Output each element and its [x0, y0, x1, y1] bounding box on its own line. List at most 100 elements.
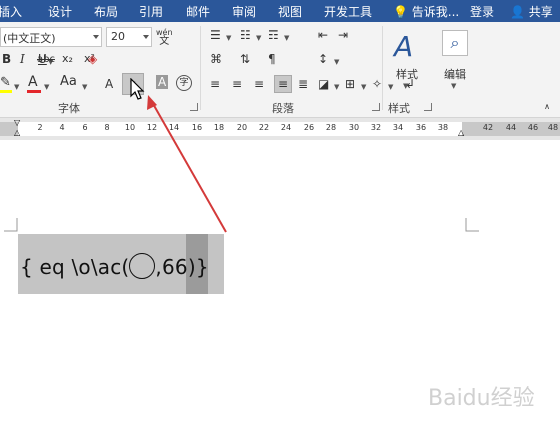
font-dialog-launcher[interactable]	[190, 103, 198, 111]
phonetic-guide-button[interactable]: wén 文	[156, 28, 173, 47]
hanging-indent-marker[interactable]: △	[14, 128, 20, 137]
enclose-characters-button[interactable]: 字	[176, 75, 192, 91]
paragraph-dialog-launcher[interactable]	[372, 103, 380, 111]
line-spacing-icon[interactable]: ↕	[318, 52, 328, 66]
ribbon: (中文正文) 20 wén 文 B I U ▼ abc x₂ x² ◈ ✎ ▼ …	[0, 22, 560, 118]
italic-button[interactable]: I	[20, 52, 25, 66]
subscript-button[interactable]: x₂	[62, 52, 73, 66]
chevron-down-icon[interactable]	[143, 35, 149, 39]
show-marks-icon[interactable]: ¶	[268, 52, 276, 66]
tab-references[interactable]: 引用	[139, 3, 163, 20]
field-code-prefix: { eq \o\ac(	[20, 255, 130, 279]
clear-formatting-icon[interactable]: ◈	[88, 52, 97, 66]
multilevel-list-icon[interactable]: ☶	[268, 28, 279, 42]
bullets-icon[interactable]: ☰	[210, 28, 221, 42]
borders-icon[interactable]: ⊞	[345, 77, 355, 91]
collapse-ribbon-icon[interactable]: ∧	[544, 102, 550, 111]
chevron-down-icon[interactable]	[93, 35, 99, 39]
chevron-down-icon[interactable]: ▼	[284, 31, 289, 45]
first-line-indent-marker[interactable]: ▽	[14, 118, 20, 127]
bold-button[interactable]: B	[2, 52, 11, 66]
chevron-down-icon[interactable]: ▼	[14, 80, 19, 94]
right-margin-corner-mark	[465, 218, 479, 232]
styles-button[interactable]: A 样式 ▼	[388, 26, 426, 100]
asian-layout-icon[interactable]: ✧	[372, 77, 382, 91]
increase-indent-icon[interactable]: ⇥	[338, 28, 348, 42]
chevron-down-icon: ▼	[451, 82, 457, 90]
sort-icon[interactable]: ⇅	[240, 52, 250, 66]
menu-tab-bar: 插入 设计 布局 引用 邮件 审阅 视图 开发工具 💡 告诉我... 登录 👤 …	[0, 0, 560, 22]
group-divider	[382, 26, 383, 110]
tell-me-text: 告诉我...	[411, 5, 460, 19]
distributed-icon[interactable]: ≣	[298, 77, 308, 91]
ruler-tick: 42	[482, 123, 494, 132]
highlighter-icon[interactable]: ✎	[0, 76, 11, 90]
edit-button[interactable]: ⌕ 编辑 ▼	[436, 26, 474, 100]
ruler-tick: 6	[82, 123, 88, 132]
align-center-icon[interactable]: ≡	[232, 77, 242, 91]
chevron-down-icon[interactable]: ▼	[256, 31, 261, 45]
tab-insert[interactable]: 插入	[0, 3, 22, 20]
align-left-icon[interactable]: ≡	[210, 77, 220, 91]
field-code-text[interactable]: { eq \o\ac(,66)}	[20, 253, 209, 279]
chinese-layout-icon[interactable]: ⌘	[210, 52, 222, 66]
tab-view[interactable]: 视图	[278, 3, 302, 20]
lightbulb-icon: 💡	[393, 5, 408, 19]
ruler-tick: 32	[370, 123, 382, 132]
ruler-tick: 12	[146, 123, 158, 132]
ruler-tick: 24	[280, 123, 292, 132]
edit-button-label: 编辑	[444, 68, 466, 81]
font-name-select[interactable]: (中文正文)	[0, 27, 102, 47]
ruler-tick: 36	[415, 123, 427, 132]
ruler-tick: 18	[213, 123, 225, 132]
font-color-bar	[27, 90, 41, 93]
character-shading-button[interactable]: A	[156, 75, 169, 89]
chevron-down-icon[interactable]: ▼	[361, 80, 366, 94]
align-right-icon[interactable]: ≡	[254, 77, 264, 91]
horizontal-ruler: ▽ △ △ 2 4 6 8 10 12 14 16 18 20 22 24 26…	[0, 118, 560, 140]
numbering-icon[interactable]: ☷	[240, 28, 251, 42]
chevron-down-icon[interactable]: ▼	[44, 80, 49, 94]
chevron-down-icon[interactable]: ▼	[334, 80, 339, 94]
ruler-tick: 46	[527, 123, 539, 132]
tab-layout[interactable]: 布局	[94, 3, 118, 20]
ruler-tick: 22	[258, 123, 270, 132]
right-indent-marker[interactable]: △	[458, 128, 464, 137]
chevron-down-icon[interactable]: ▼	[226, 31, 231, 45]
pinyin-char: 文	[159, 36, 170, 47]
ruler-tick: 34	[392, 123, 404, 132]
ruler-tick: 2	[37, 123, 43, 132]
tab-review[interactable]: 审阅	[232, 3, 256, 20]
paragraph-group-label: 段落	[272, 102, 294, 115]
tab-mailings[interactable]: 邮件	[186, 3, 210, 20]
decrease-indent-icon[interactable]: ⇤	[318, 28, 328, 42]
styles-dialog-launcher[interactable]	[424, 103, 432, 111]
ruler-tick: 44	[505, 123, 517, 132]
strikethrough-button[interactable]: abc	[37, 53, 55, 67]
chevron-down-icon[interactable]: ▼	[82, 80, 87, 94]
justify-icon[interactable]: ≡	[274, 75, 293, 93]
ruler-tick: 28	[325, 123, 337, 132]
tab-developer[interactable]: 开发工具	[324, 3, 372, 20]
ruler-tick: 10	[124, 123, 136, 132]
shading-icon[interactable]: ◪	[318, 77, 329, 91]
share-label: 共享	[528, 5, 553, 19]
tell-me-box[interactable]: 💡 告诉我...	[393, 3, 459, 20]
share-button[interactable]: 👤 共享	[510, 3, 553, 20]
ruler-tick: 26	[303, 123, 315, 132]
find-icon: ⌕	[442, 30, 468, 56]
font-size-select[interactable]: 20	[106, 27, 152, 47]
chevron-down-icon[interactable]: ▼	[334, 55, 339, 69]
left-margin-corner-mark	[4, 218, 18, 232]
font-color-button[interactable]: A	[28, 75, 38, 89]
tab-design[interactable]: 设计	[48, 3, 72, 20]
mouse-cursor-icon	[130, 78, 145, 100]
user-icon: 👤	[510, 5, 525, 19]
styles-icon: A	[394, 30, 414, 63]
change-case-button[interactable]: Aa	[60, 75, 77, 89]
font-size-value: 20	[111, 30, 125, 43]
chevron-down-icon: ▼	[403, 82, 409, 90]
login-link[interactable]: 登录	[470, 3, 494, 20]
ruler-tick: 48	[547, 123, 559, 132]
grow-font-button[interactable]: A	[105, 77, 113, 91]
